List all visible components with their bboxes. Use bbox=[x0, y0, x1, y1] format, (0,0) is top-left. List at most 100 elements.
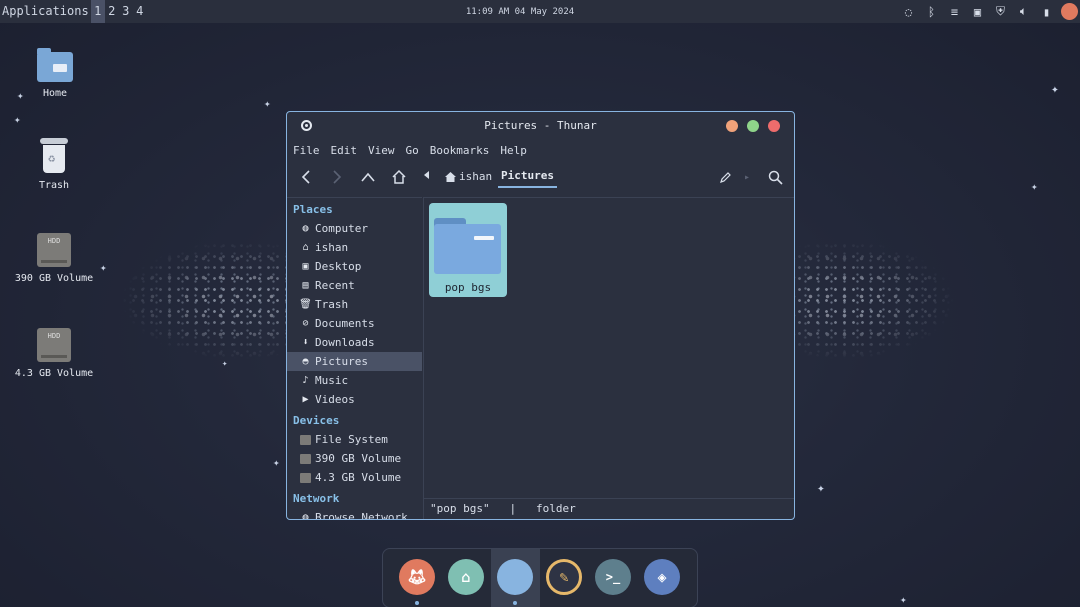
workspace-1-button[interactable]: 1 bbox=[90, 0, 105, 23]
sidebar-item-pictures[interactable]: ◓ Pictures bbox=[287, 352, 422, 371]
desktop-icon-label: Home bbox=[42, 88, 68, 99]
sidebar-item-recent[interactable]: ▤ Recent bbox=[287, 276, 422, 295]
star: ✦ bbox=[900, 593, 907, 606]
sidebar-item-label: Trash bbox=[315, 298, 349, 311]
desktop-icon-390gb-volume[interactable]: HDD 390 GB Volume bbox=[9, 233, 99, 284]
workspace-3-button[interactable]: 3 bbox=[119, 0, 133, 23]
sidebar-item-4gb-volume[interactable]: 4.3 GB Volume bbox=[287, 468, 422, 487]
desktop-icon-label: 4.3 GB Volume bbox=[14, 368, 94, 379]
hdd-icon bbox=[300, 472, 311, 483]
sidebar-item-desktop[interactable]: ▣ Desktop bbox=[287, 257, 422, 276]
forward-button[interactable] bbox=[328, 168, 346, 186]
maximize-button[interactable] bbox=[747, 120, 759, 132]
sidebar-item-downloads[interactable]: ⬇ Downloads bbox=[287, 333, 422, 352]
dock-files[interactable] bbox=[497, 559, 533, 595]
menu-help[interactable]: Help bbox=[500, 144, 527, 157]
clock[interactable]: 11:09 AM 04 May 2024 bbox=[0, 7, 1040, 17]
battery-icon[interactable]: ▮ bbox=[1038, 3, 1055, 20]
sidebar-item-browse-network[interactable]: ◍ Browse Network bbox=[287, 508, 422, 519]
hdd-icon: HDD bbox=[37, 233, 71, 267]
file-item-label: pop bgs bbox=[444, 281, 492, 294]
sidebar-item-ishan[interactable]: ⌂ ishan bbox=[287, 238, 422, 257]
terminal-icon: >_ bbox=[605, 570, 621, 584]
user-avatar-icon[interactable] bbox=[1061, 3, 1078, 20]
close-button[interactable] bbox=[768, 120, 780, 132]
hdd-icon bbox=[300, 453, 311, 464]
dock-text-editor[interactable]: ✎ bbox=[546, 559, 582, 595]
sidebar-item-390gb-volume[interactable]: 390 GB Volume bbox=[287, 449, 422, 468]
search-button[interactable] bbox=[766, 168, 784, 186]
volume-icon[interactable]: 🔈︎ bbox=[1015, 3, 1032, 20]
desktop-icon-trash[interactable]: Trash bbox=[9, 138, 99, 191]
star: ✦ bbox=[222, 359, 228, 369]
store-icon: ⌂ bbox=[461, 568, 471, 586]
home-button[interactable] bbox=[390, 168, 408, 186]
clipboard-icon[interactable]: ▣ bbox=[969, 3, 986, 20]
back-button[interactable] bbox=[297, 168, 315, 186]
home-icon bbox=[445, 171, 456, 182]
dock-firefox[interactable]: 🦊︎ bbox=[399, 559, 435, 595]
recent-icon: ▤ bbox=[302, 280, 309, 291]
workspace-4-button[interactable]: 4 bbox=[133, 0, 147, 23]
breadcrumb-home[interactable]: ishan bbox=[445, 170, 492, 183]
file-view[interactable]: pop bgs bbox=[423, 197, 794, 498]
shield-icon[interactable]: ⛨ bbox=[992, 3, 1009, 20]
dock-terminal[interactable]: >_ bbox=[595, 559, 631, 595]
hdd-icon bbox=[300, 434, 311, 445]
workspace-2-button[interactable]: 2 bbox=[105, 0, 119, 23]
breadcrumb-current[interactable]: Pictures bbox=[498, 167, 557, 188]
dock-store[interactable]: ⌂ bbox=[448, 559, 484, 595]
sidebar-item-computer[interactable]: ◍ Computer bbox=[287, 219, 422, 238]
sidebar-item-documents[interactable]: ⊘ Documents bbox=[287, 314, 422, 333]
window-title: Pictures - Thunar bbox=[484, 119, 597, 132]
sidebar-item-label: 390 GB Volume bbox=[315, 452, 402, 465]
menu-file[interactable]: File bbox=[293, 144, 320, 157]
documents-icon: ⊘ bbox=[302, 318, 309, 329]
edit-location-button[interactable] bbox=[716, 168, 734, 186]
desktop-icon-4gb-volume[interactable]: HDD 4.3 GB Volume bbox=[9, 328, 99, 379]
dock-running-indicator bbox=[415, 601, 419, 605]
window-titlebar[interactable]: Pictures - Thunar bbox=[287, 112, 794, 139]
sidebar-item-music[interactable]: ♪ Music bbox=[287, 371, 422, 390]
chevron-left-icon bbox=[301, 170, 310, 184]
sidebar-item-label: File System bbox=[315, 433, 388, 446]
sidebar-item-label: 4.3 GB Volume bbox=[315, 471, 402, 484]
toolbar: ishan Pictures ▸ bbox=[287, 161, 794, 194]
dock-settings[interactable]: ◈ bbox=[644, 559, 680, 595]
sidebar-item-label: Documents bbox=[315, 317, 375, 330]
menu-bookmarks[interactable]: Bookmarks bbox=[430, 144, 490, 157]
minimize-button[interactable] bbox=[726, 120, 738, 132]
network-icon: ◍ bbox=[302, 512, 309, 519]
bluetooth-icon[interactable]: ᛒ bbox=[923, 3, 940, 20]
menu-edit[interactable]: Edit bbox=[331, 144, 358, 157]
breadcrumb-scroll-right-icon[interactable]: ▸ bbox=[738, 168, 756, 186]
fox-icon: 🦊︎ bbox=[407, 568, 427, 586]
sidebar-item-label: Browse Network bbox=[315, 511, 408, 519]
desktop-icon-home[interactable]: Home bbox=[10, 48, 100, 99]
pencil-icon: ✎ bbox=[559, 568, 569, 586]
file-item-pop-bgs[interactable]: pop bgs bbox=[429, 203, 507, 297]
nebula-right bbox=[795, 240, 955, 360]
up-button[interactable] bbox=[359, 168, 377, 186]
sidebar: Places ◍ Computer ⌂ ishan ▣ Desktop ▤ Recent… bbox=[287, 197, 422, 519]
menu-view[interactable]: View bbox=[368, 144, 395, 157]
sidebar-item-videos[interactable]: ▶ Videos bbox=[287, 390, 422, 409]
window-menu-icon[interactable] bbox=[301, 120, 312, 131]
top-panel: Applications 1 2 3 4 11:09 AM 04 May 202… bbox=[0, 0, 1080, 23]
settings-icon: ◈ bbox=[657, 568, 667, 586]
downloads-icon: ⬇ bbox=[302, 337, 309, 348]
chat-icon[interactable]: ◌ bbox=[900, 3, 917, 20]
pencil-icon bbox=[719, 171, 731, 183]
breadcrumb-scroll-left-icon[interactable] bbox=[424, 171, 429, 179]
dock: 🦊︎ ⌂ ✎ >_ ◈ bbox=[382, 548, 698, 607]
menubar: File Edit View Go Bookmarks Help bbox=[287, 139, 794, 161]
sidebar-item-file-system[interactable]: File System bbox=[287, 430, 422, 449]
star: ✦ bbox=[273, 456, 280, 469]
desktop-icon-label: 390 GB Volume bbox=[14, 273, 94, 284]
applications-menu-button[interactable]: Applications bbox=[0, 0, 91, 23]
menu-go[interactable]: Go bbox=[406, 144, 419, 157]
network-icon[interactable]: ≡ bbox=[946, 3, 963, 20]
sidebar-item-label: Downloads bbox=[315, 336, 375, 349]
sidebar-item-label: Pictures bbox=[315, 355, 368, 368]
sidebar-item-trash[interactable]: 🗑︎ Trash bbox=[287, 295, 422, 314]
